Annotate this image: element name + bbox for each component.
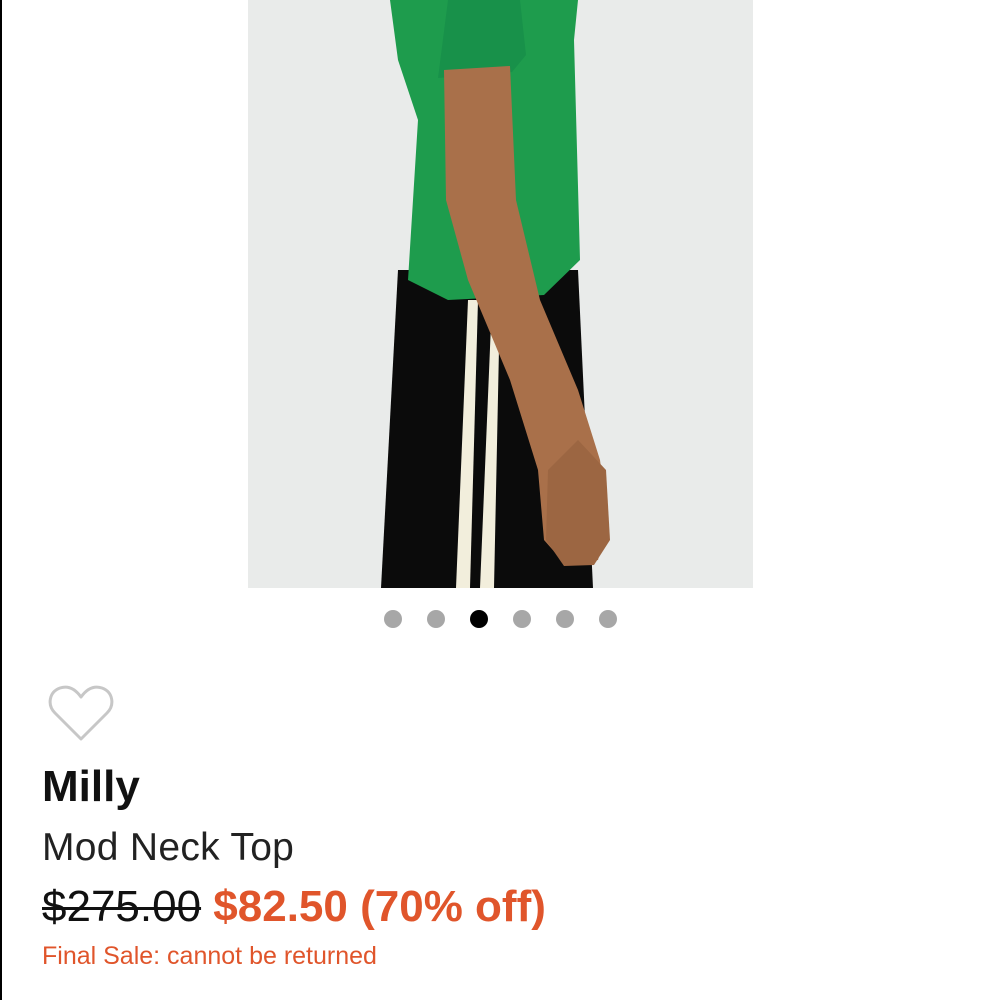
sale-price: $82.50 [213,882,348,931]
final-sale-note: Final Sale: cannot be returned [42,942,377,970]
carousel-dot[interactable] [513,610,531,628]
carousel-dot[interactable] [384,610,402,628]
brand-name[interactable]: Milly [42,762,140,812]
discount-percent: (70% off) [360,882,546,931]
product-photo-illustration [248,0,753,588]
heart-outline-icon [48,685,114,741]
carousel-dots [0,610,1000,630]
product-image[interactable] [248,0,753,588]
price-row: $275.00 $82.50 (70% off) [42,882,546,932]
left-divider [0,0,2,1000]
carousel-dot[interactable] [427,610,445,628]
carousel-dot[interactable] [556,610,574,628]
carousel-dot[interactable] [599,610,617,628]
favorite-button[interactable] [48,684,114,744]
carousel-dot[interactable] [470,610,488,628]
original-price: $275.00 [42,882,202,931]
product-title: Mod Neck Top [42,826,295,869]
